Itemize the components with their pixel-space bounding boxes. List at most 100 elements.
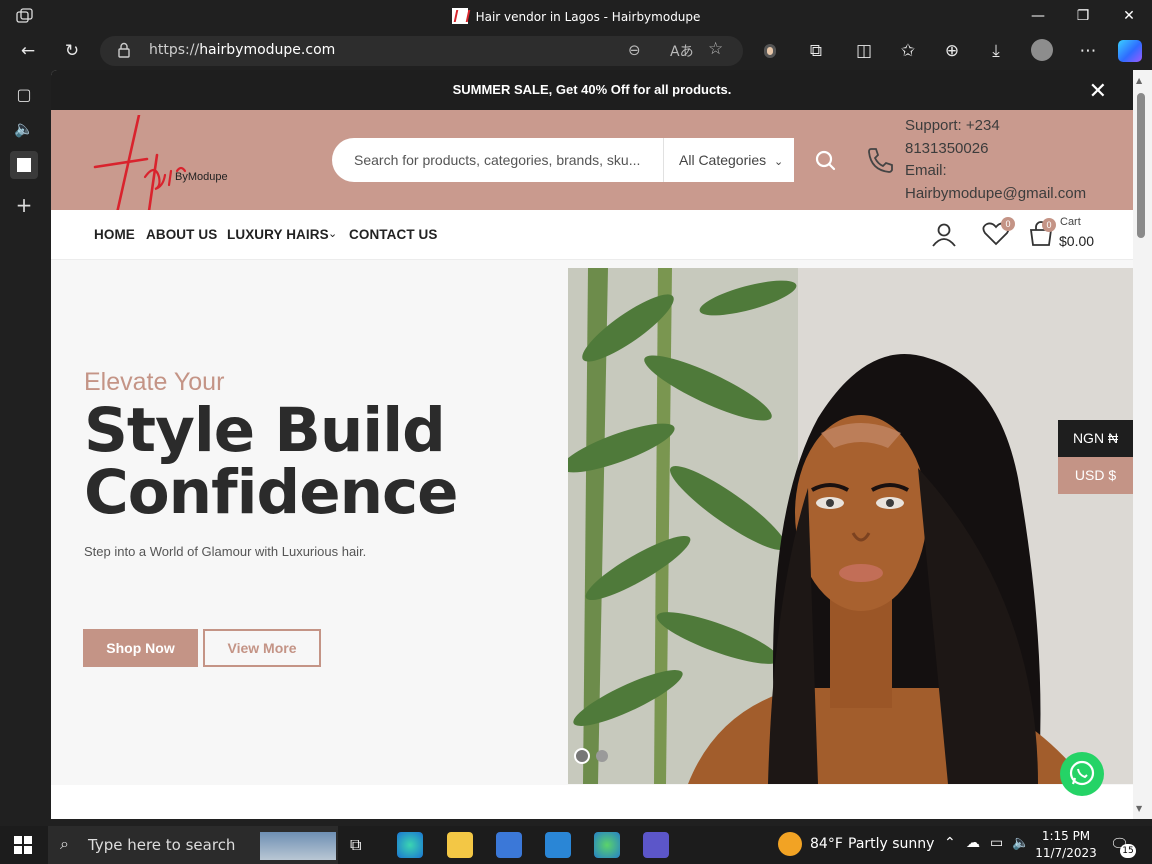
notification-count-badge: 15 <box>1120 844 1136 858</box>
weather-temperature[interactable]: 84°F <box>810 836 843 852</box>
slide-dot-active[interactable] <box>574 748 590 764</box>
weather-icon[interactable] <box>778 832 802 856</box>
store-icon[interactable] <box>496 832 522 858</box>
currency-option-usd[interactable]: USD $ <box>1058 457 1133 494</box>
settings-menu-button[interactable]: ⋯ <box>1074 38 1102 64</box>
support-email[interactable]: Hairbymodupe@gmail.com <box>905 183 1095 206</box>
site-logo[interactable]: ByModupe <box>87 113 247 215</box>
hero-heading: Style Build Confidence <box>84 395 459 524</box>
tab-actions-icon[interactable]: ▢ <box>10 81 38 109</box>
nav-luxury-hairs[interactable]: LUXURY HAIRS <box>227 227 329 242</box>
whatsapp-chat-button[interactable] <box>1060 752 1104 796</box>
copilot-icon[interactable] <box>1118 40 1142 62</box>
search-input[interactable] <box>354 138 644 182</box>
support-email-label: Email: <box>905 162 947 179</box>
hero-subtext: Step into a World of Glamour with Luxuri… <box>84 544 367 559</box>
edge-dev-icon[interactable] <box>594 832 620 858</box>
close-icon: ✕ <box>1123 8 1135 24</box>
scroll-down-icon[interactable]: ▼ <box>1136 804 1142 813</box>
favorite-star-icon[interactable]: ☆ <box>708 39 723 59</box>
scroll-up-icon[interactable]: ▲ <box>1136 76 1142 85</box>
network-icon[interactable]: ▭ <box>990 835 1003 851</box>
nav-contact-us[interactable]: CONTACT US <box>349 227 438 242</box>
hero-heading-line1: Style Build <box>84 395 446 466</box>
app-icon[interactable] <box>643 832 669 858</box>
speaker-icon[interactable]: 🔈 <box>10 115 38 143</box>
downloads-button[interactable]: ⤓ <box>982 38 1010 64</box>
favorites-icon: ✩ <box>900 41 916 61</box>
nav-about-us[interactable]: ABOUT US <box>146 227 217 242</box>
cart-count-badge: 0 <box>1042 218 1056 232</box>
new-tab-icon[interactable]: + <box>10 191 38 219</box>
search-button[interactable] <box>802 138 850 182</box>
minimize-button[interactable]: — <box>1015 0 1061 32</box>
promo-banner: SUMMER SALE, Get 40% Off for all product… <box>51 70 1133 110</box>
extensions-button[interactable]: ⧉ <box>802 38 830 64</box>
search-icon: ⌕ <box>60 834 69 853</box>
view-more-button[interactable]: View More <box>203 629 321 667</box>
browser-sidebar: ▢ 🔈 + <box>0 70 51 826</box>
restore-button[interactable]: ❐ <box>1060 0 1106 32</box>
profile-avatar-icon[interactable] <box>1031 39 1053 61</box>
read-aloud-icon[interactable]: Aあ <box>670 41 694 61</box>
close-icon[interactable]: ✕ <box>1089 78 1107 104</box>
nav-home[interactable]: HOME <box>94 227 135 242</box>
onedrive-icon[interactable]: ☁ <box>966 835 980 851</box>
account-button[interactable] <box>931 221 957 247</box>
refresh-button[interactable]: ↻ <box>58 38 86 64</box>
category-select[interactable]: All Categories ⌄ <box>663 138 794 182</box>
user-icon <box>932 223 956 247</box>
cart-total: $0.00 <box>1059 233 1095 249</box>
restore-icon: ❐ <box>1076 8 1090 24</box>
taskbar-search-placeholder: Type here to search <box>88 836 236 854</box>
zoom-icon[interactable]: ⊖ <box>628 41 641 59</box>
currency-option-ngn[interactable]: NGN ₦ <box>1058 420 1133 457</box>
taskbar-clock[interactable]: 1:15 PM 11/7/2023 <box>1030 828 1102 862</box>
address-bar[interactable]: https://hairbymodupe.com ⊖ Aあ ☆ <box>100 36 743 66</box>
volume-icon[interactable]: 🔈 <box>1012 835 1029 851</box>
browser-toolbar: ← ↻ https://hairbymodupe.com ⊖ Aあ ☆ ⧉ ◫ … <box>0 32 1152 70</box>
url-prefix: https:// <box>149 42 200 58</box>
windows-start-icon[interactable] <box>14 836 32 854</box>
phone-icon <box>865 145 895 175</box>
lock-icon <box>118 42 130 58</box>
support-phone-label: Support: +234 <box>905 117 1000 134</box>
refresh-icon: ↻ <box>64 41 80 61</box>
task-view-icon[interactable]: ⧉ <box>350 835 361 855</box>
split-screen-button[interactable]: ◫ <box>850 38 878 64</box>
site-header: ByModupe All Categories ⌄ Support: +234 … <box>51 110 1133 215</box>
site-favicon-icon <box>451 8 468 24</box>
active-tab-favicon-icon[interactable] <box>10 151 38 179</box>
support-contact: Support: +234 8131350026 Email: Hairbymo… <box>905 115 1095 205</box>
more-dots-icon: ⋯ <box>1079 41 1097 61</box>
minimize-icon: — <box>1031 8 1045 24</box>
search-bar: All Categories ⌄ <box>332 138 794 182</box>
window-title-bar: Hair vendor in Lagos - Hairbymodupe — ❐ … <box>0 0 1152 32</box>
shop-now-button[interactable]: Shop Now <box>83 629 198 667</box>
cart-label: Cart <box>1060 216 1081 228</box>
logo-script-icon <box>93 113 187 215</box>
wishlist-count-badge: 0 <box>1001 217 1015 231</box>
scrollbar-thumb[interactable] <box>1137 93 1145 238</box>
split-screen-icon: ◫ <box>855 41 873 61</box>
extension-icon[interactable] <box>764 44 776 58</box>
back-button[interactable]: ← <box>14 38 42 64</box>
mail-icon[interactable] <box>545 832 571 858</box>
clock-time: 1:15 PM <box>1041 829 1091 843</box>
web-page: SUMMER SALE, Get 40% Off for all product… <box>51 70 1133 819</box>
file-explorer-icon[interactable] <box>447 832 473 858</box>
chevron-up-icon[interactable]: ⌃ <box>944 835 956 851</box>
close-window-button[interactable]: ✕ <box>1106 0 1152 32</box>
weather-condition[interactable]: Partly sunny <box>848 836 934 852</box>
support-phone-number[interactable]: 8131350026 <box>905 138 1095 161</box>
slide-dot[interactable] <box>596 750 608 762</box>
url-text: https://hairbymodupe.com <box>149 42 335 58</box>
window-title: Hair vendor in Lagos - Hairbymodupe <box>475 10 701 24</box>
hero-model-image <box>568 268 1133 784</box>
favorites-button[interactable]: ✩ <box>894 38 922 64</box>
edge-taskbar-icon[interactable] <box>397 832 423 858</box>
back-arrow-icon: ← <box>20 41 36 61</box>
collections-button[interactable]: ⊕ <box>938 38 966 64</box>
taskbar-search-box[interactable]: ⌕ Type here to search <box>48 826 338 864</box>
hero-photo-illustration <box>568 268 1133 784</box>
